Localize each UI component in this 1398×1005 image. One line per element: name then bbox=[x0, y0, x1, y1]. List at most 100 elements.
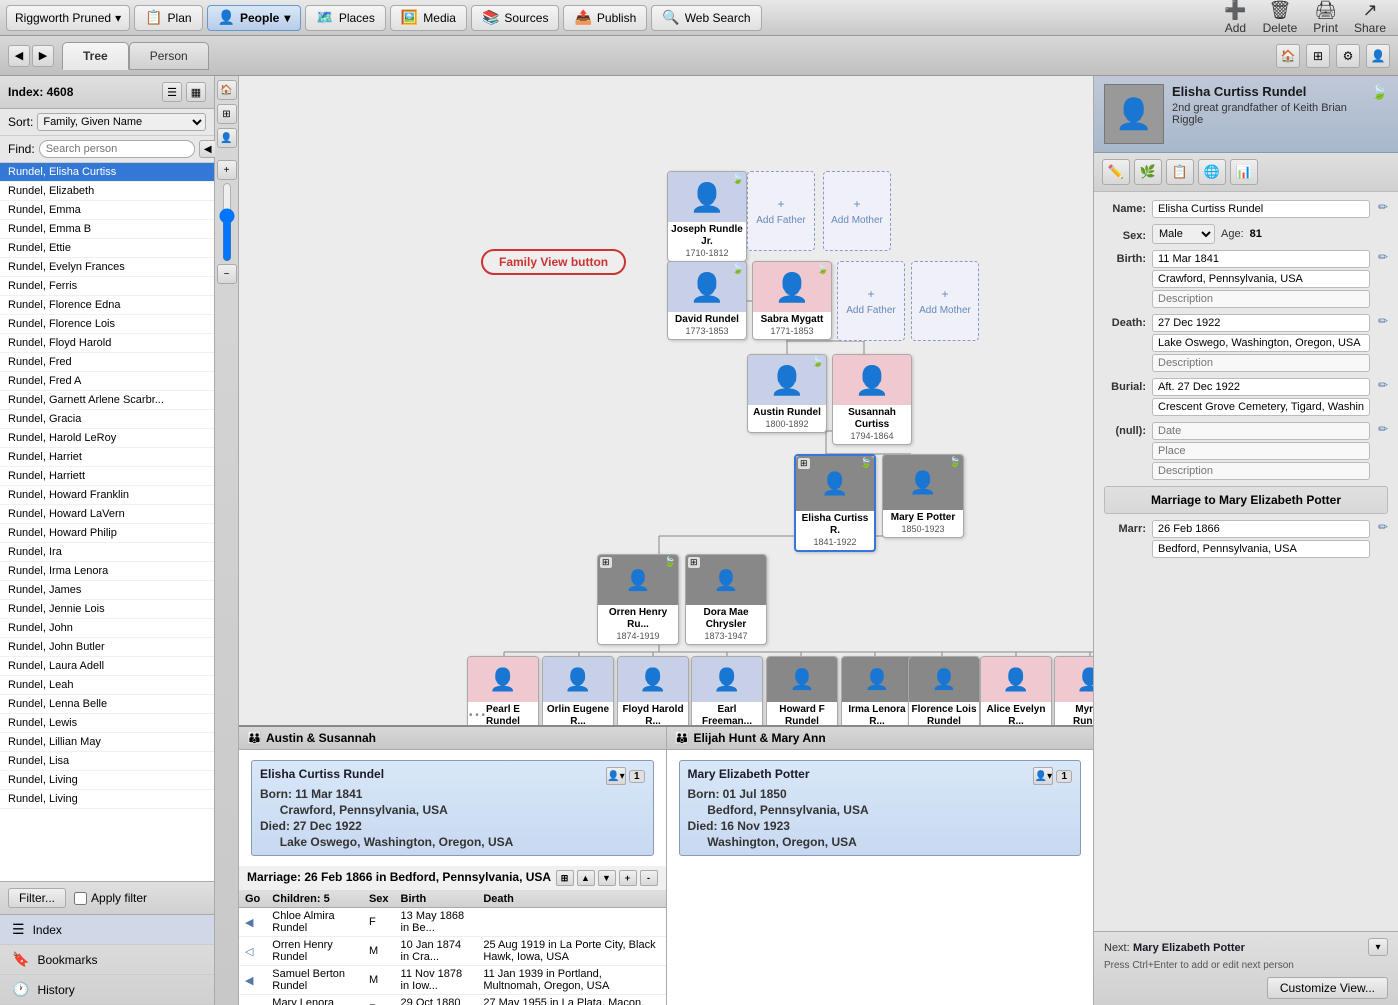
plan-button[interactable]: 📋 Plan bbox=[134, 5, 202, 31]
list-item[interactable]: Rundel, Lewis bbox=[0, 714, 214, 733]
person-card-orren[interactable]: 👤 ⊞ 🍃 Orren Henry Ru... 1874-1919 bbox=[597, 554, 679, 645]
list-item[interactable]: Rundel, Lenna Belle bbox=[0, 695, 214, 714]
death-desc-input[interactable] bbox=[1152, 354, 1370, 372]
marriage-ctl4[interactable]: + bbox=[619, 870, 637, 886]
child-name-2[interactable]: Orren Henry Rundel bbox=[266, 937, 363, 966]
list-item[interactable]: Rundel, Irma Lenora bbox=[0, 562, 214, 581]
sidebar-view-btn1[interactable]: ☰ bbox=[162, 82, 182, 102]
list-item[interactable]: Rundel, Fred A bbox=[0, 372, 214, 391]
list-item[interactable]: Rundel, Leah bbox=[0, 676, 214, 695]
sources-button[interactable]: 📚 Sources bbox=[471, 5, 559, 31]
marriage-ctl1[interactable]: ⊞ bbox=[556, 870, 574, 886]
list-item[interactable]: Rundel, Ira bbox=[0, 543, 214, 562]
birth-desc-input[interactable] bbox=[1152, 290, 1370, 308]
name-edit-icon[interactable]: ✏ bbox=[1378, 200, 1388, 214]
person-card-elisha[interactable]: 👤 🍃 ⊞ Elisha Curtiss R. 1841-1922 bbox=[794, 454, 876, 552]
list-item[interactable]: Rundel, Howard Philip bbox=[0, 524, 214, 543]
list-item[interactable]: Rundel, Harriet bbox=[0, 448, 214, 467]
marriage-ctl2[interactable]: ▲ bbox=[577, 870, 595, 886]
sex-select[interactable]: Male Female bbox=[1152, 224, 1215, 244]
null-edit-icon[interactable]: ✏ bbox=[1378, 422, 1388, 436]
person-card-alice[interactable]: 👤 Alice Evelyn R... 1901-1988 bbox=[980, 656, 1052, 725]
person-card-orlin[interactable]: 👤 Orlin Eugene R... 1897-1969 bbox=[542, 656, 614, 725]
right-copy-btn[interactable]: 📋 bbox=[1166, 159, 1194, 185]
null-place-input[interactable] bbox=[1152, 442, 1370, 460]
people-button[interactable]: 👤 People ▾ bbox=[207, 5, 302, 31]
marr-place-input[interactable] bbox=[1152, 540, 1370, 558]
person-card-earl[interactable]: 👤 Earl Freeman... 1901-1980 bbox=[691, 656, 763, 725]
person2-nav-btn[interactable]: 👤▾ bbox=[1033, 767, 1053, 785]
list-item[interactable]: Rundel, Howard LaVern bbox=[0, 505, 214, 524]
child-go-2[interactable]: ◁ bbox=[239, 937, 266, 966]
tab-tree[interactable]: Tree bbox=[62, 42, 129, 70]
burial-date-input[interactable] bbox=[1152, 378, 1370, 396]
list-item[interactable]: Rundel, Howard Franklin bbox=[0, 486, 214, 505]
sidebar-view-btn2[interactable]: ▦ bbox=[186, 82, 206, 102]
person-card-joseph[interactable]: 👤 🍃 Joseph Rundle Jr. 1710-1812 bbox=[667, 171, 747, 262]
list-item[interactable]: Rundel, Emma bbox=[0, 201, 214, 220]
customize-view-button[interactable]: Customize View... bbox=[1267, 977, 1388, 999]
person-card-sabra[interactable]: 👤 🍃 Sabra Mygatt 1771-1853 bbox=[752, 261, 832, 340]
list-item[interactable]: Rundel, Lisa bbox=[0, 752, 214, 771]
layout-button[interactable]: ⊞ bbox=[1306, 44, 1330, 68]
child-go-1[interactable]: ◀ bbox=[239, 908, 266, 937]
marr-date-input[interactable] bbox=[1152, 520, 1370, 538]
burial-place-input[interactable] bbox=[1152, 398, 1370, 416]
person-btn[interactable]: 👤 bbox=[1366, 44, 1390, 68]
person-card-austin[interactable]: 👤 🍃 Austin Rundel 1800-1892 bbox=[747, 354, 827, 433]
list-item[interactable]: Rundel, Living bbox=[0, 771, 214, 790]
death-place-input[interactable] bbox=[1152, 334, 1370, 352]
person-card-florence[interactable]: 👤 Florence Lois Rundel 1912-2000 bbox=[908, 656, 980, 725]
add-father-top[interactable]: + Add Father bbox=[747, 171, 815, 251]
marriage-section-btn[interactable]: Marriage to Mary Elizabeth Potter bbox=[1104, 486, 1388, 514]
zoom-in-btn[interactable]: + bbox=[217, 160, 237, 180]
settings-button[interactable]: ⚙ bbox=[1336, 44, 1360, 68]
list-item[interactable]: Rundel, Fred bbox=[0, 353, 214, 372]
list-item[interactable]: Rundel, Florence Edna bbox=[0, 296, 214, 315]
child-name-1[interactable]: Chloe Almira Rundel bbox=[266, 908, 363, 937]
list-item[interactable]: Rundel, Lillian May bbox=[0, 733, 214, 752]
publish-button[interactable]: 📤 Publish bbox=[563, 5, 647, 31]
right-web-btn[interactable]: 🌐 bbox=[1198, 159, 1226, 185]
list-item[interactable]: Rundel, Floyd Harold bbox=[0, 334, 214, 353]
layout-tree-btn[interactable]: ⊞ bbox=[217, 104, 237, 124]
person-card-mary-e[interactable]: 👤 🍃 Mary E Potter 1850-1923 bbox=[882, 454, 964, 538]
death-edit-icon[interactable]: ✏ bbox=[1378, 314, 1388, 328]
null-date-input[interactable] bbox=[1152, 422, 1370, 440]
sidebar-item-index[interactable]: ☰ Index bbox=[0, 915, 214, 945]
child-name-3[interactable]: Samuel Berton Rundel bbox=[266, 966, 363, 995]
next-collapse-btn[interactable]: ▾ bbox=[1368, 938, 1388, 956]
death-date-input[interactable] bbox=[1152, 314, 1370, 332]
add-button[interactable]: ➕ Add bbox=[1218, 0, 1252, 37]
list-item[interactable]: Rundel, Gracia bbox=[0, 410, 214, 429]
filter-checkbox-input[interactable] bbox=[74, 892, 87, 905]
right-leaf-btn[interactable]: 🌿 bbox=[1134, 159, 1162, 185]
back-button[interactable]: ◀ bbox=[8, 45, 30, 67]
home-tree-btn[interactable]: 🏠 bbox=[217, 80, 237, 100]
websearch-button[interactable]: 🔍 Web Search bbox=[651, 5, 761, 31]
marriage-ctl3[interactable]: ▼ bbox=[598, 870, 616, 886]
add-mother-top[interactable]: + Add Mother bbox=[823, 171, 891, 251]
add-father-mid[interactable]: + Add Father bbox=[837, 261, 905, 341]
family-view-button[interactable]: Family View button bbox=[481, 249, 626, 275]
zoom-slider[interactable] bbox=[219, 182, 235, 262]
child-go-4[interactable]: ◀ bbox=[239, 995, 266, 1005]
person-card-david[interactable]: 👤 🍃 David Rundel 1773-1853 bbox=[667, 261, 747, 340]
list-item[interactable]: Rundel, Elisha Curtiss bbox=[0, 163, 214, 182]
list-item[interactable]: Rundel, Living bbox=[0, 790, 214, 809]
search-input[interactable] bbox=[39, 140, 195, 158]
birth-place-input[interactable] bbox=[1152, 270, 1370, 288]
tab-person[interactable]: Person bbox=[129, 42, 209, 70]
add-mother-mid[interactable]: + Add Mother bbox=[911, 261, 979, 341]
right-chart-btn[interactable]: 📊 bbox=[1230, 159, 1258, 185]
app-dropdown[interactable]: Riggworth Pruned ▾ bbox=[6, 5, 130, 31]
person1-nav-btn[interactable]: 👤▾ bbox=[606, 767, 626, 785]
apply-filter-checkbox[interactable]: Apply filter bbox=[74, 891, 147, 905]
list-item[interactable]: Rundel, Evelyn Frances bbox=[0, 258, 214, 277]
filter-button[interactable]: Filter... bbox=[8, 888, 66, 908]
sort-select[interactable]: Family, Given Name Given Name Birth Date bbox=[37, 113, 206, 131]
list-item[interactable]: Rundel, Emma B bbox=[0, 220, 214, 239]
list-item[interactable]: Rundel, Ettie bbox=[0, 239, 214, 258]
person-tree-btn[interactable]: 👤 bbox=[217, 128, 237, 148]
list-item[interactable]: Rundel, Harriett bbox=[0, 467, 214, 486]
